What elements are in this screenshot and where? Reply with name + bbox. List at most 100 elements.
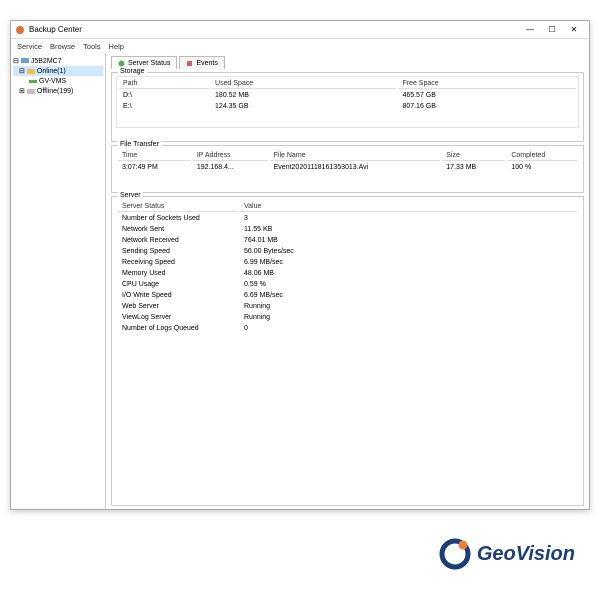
table-row[interactable]: Network Sent11.55 KB [118, 225, 577, 234]
table-row[interactable]: ViewLog ServerRunning [118, 313, 577, 322]
maximize-button[interactable]: ☐ [541, 23, 563, 37]
cell-ip: 192.168.4... [193, 163, 268, 172]
col-path[interactable]: Path [119, 79, 209, 89]
app-window: Backup Center — ☐ ✕ Service Browse Tools… [10, 20, 590, 510]
table-row[interactable]: 3:07:49 PM 192.168.4... Event20201118161… [118, 163, 577, 172]
cell-value: 48.06 MB [240, 269, 577, 278]
table-row[interactable]: Number of Sockets Used3 [118, 214, 577, 223]
table-row[interactable]: Number of Logs Queued0 [118, 324, 577, 333]
table-row[interactable]: Network Received764.01 MB [118, 236, 577, 245]
cell-key: Network Received [118, 236, 238, 245]
folder-offline-icon [27, 87, 35, 95]
cell-value: 6.99 MB/sec [240, 258, 577, 267]
storage-group: Storage Path Used Space Free Space D:\ 1… [111, 72, 584, 142]
cell-value: Running [240, 302, 577, 311]
tree-gvvms[interactable]: GV-VMS [13, 76, 103, 86]
brand-text: GeoVision [477, 543, 575, 566]
tree-root-label: J5B2MC7 [31, 58, 62, 65]
col-file[interactable]: File Name [270, 151, 441, 161]
computer-icon [21, 57, 29, 65]
col-status[interactable]: Server Status [118, 202, 238, 212]
tree-root[interactable]: ⊟ J5B2MC7 [13, 56, 103, 66]
status-icon [118, 60, 125, 67]
tab-server-status-label: Server Status [128, 60, 170, 67]
cell-value: 6.69 MB/sec [240, 291, 577, 300]
events-icon [186, 60, 193, 67]
expand-icon[interactable]: ⊟ [19, 67, 25, 75]
title-bar[interactable]: Backup Center — ☐ ✕ [11, 21, 589, 39]
table-row[interactable]: Web ServerRunning [118, 302, 577, 311]
cell-free: 807.16 GB [398, 102, 576, 111]
tab-events[interactable]: Events [179, 56, 224, 69]
cell-key: Number of Sockets Used [118, 214, 238, 223]
storage-title: Storage [118, 68, 147, 75]
tree-offline-label: Offline(199) [37, 88, 73, 95]
col-completed[interactable]: Completed [507, 151, 577, 161]
tab-events-label: Events [196, 60, 217, 67]
col-ip[interactable]: IP Address [193, 151, 268, 161]
col-free[interactable]: Free Space [398, 79, 576, 89]
cell-size: 17.33 MB [442, 163, 505, 172]
table-row[interactable]: D:\ 180.52 MB 465.57 GB [119, 91, 576, 100]
brand-logo: GeoVision [439, 538, 575, 570]
cell-value: 0 [240, 324, 577, 333]
menu-service[interactable]: Service [17, 42, 42, 51]
app-icon [15, 25, 25, 35]
cell-path: E:\ [119, 102, 209, 111]
cell-key: Web Server [118, 302, 238, 311]
tree-online-label: Online(1) [37, 68, 66, 75]
cell-key: ViewLog Server [118, 313, 238, 322]
table-row[interactable]: Memory Used48.06 MB [118, 269, 577, 278]
close-button[interactable]: ✕ [563, 23, 585, 37]
cell-key: CPU Usage [118, 280, 238, 289]
cell-file: Event20201118161353013.Avi [270, 163, 441, 172]
server-header-row: Server Status Value [118, 202, 577, 212]
cell-value: 0.59 % [240, 280, 577, 289]
cell-value: 764.01 MB [240, 236, 577, 245]
cell-key: Network Sent [118, 225, 238, 234]
table-row[interactable]: Sending Speed56.00 Bytes/sec [118, 247, 577, 256]
window-title: Backup Center [29, 25, 82, 34]
col-size[interactable]: Size [442, 151, 505, 161]
table-row[interactable]: CPU Usage0.59 % [118, 280, 577, 289]
minimize-button[interactable]: — [519, 23, 541, 37]
main-panel: Server Status Events Storage Path Used S… [106, 53, 589, 509]
tab-bar: Server Status Events [111, 56, 584, 69]
storage-table: Path Used Space Free Space D:\ 180.52 MB… [117, 77, 578, 113]
col-value[interactable]: Value [240, 202, 577, 212]
menu-help[interactable]: Help [109, 42, 124, 51]
tree-offline[interactable]: ⊞ Offline(199) [13, 86, 103, 96]
cell-key: Receiving Speed [118, 258, 238, 267]
col-used[interactable]: Used Space [211, 79, 396, 89]
folder-online-icon [27, 67, 35, 75]
table-row[interactable]: E:\ 124.35 GB 807.16 GB [119, 102, 576, 111]
tree-online[interactable]: ⊟ Online(1) [13, 66, 103, 76]
cell-used: 180.52 MB [211, 91, 396, 100]
expand-icon[interactable]: ⊞ [19, 87, 25, 95]
server-group: Server Server Status Value Number of Soc… [111, 196, 584, 506]
cell-time: 3:07:49 PM [118, 163, 191, 172]
expand-icon[interactable]: ⊟ [13, 57, 19, 65]
menu-tools[interactable]: Tools [83, 42, 101, 51]
ft-title: File Transfer [118, 141, 161, 148]
file-transfer-group: File Transfer Time IP Address File Name … [111, 145, 584, 193]
server-icon [29, 77, 37, 85]
menu-bar: Service Browse Tools Help [11, 39, 589, 53]
content-area: ⊟ J5B2MC7 ⊟ Online(1) GV-VMS ⊞ Offline(1… [11, 53, 589, 509]
table-row[interactable]: Receiving Speed6.99 MB/sec [118, 258, 577, 267]
storage-header-row: Path Used Space Free Space [119, 79, 576, 89]
cell-used: 124.35 GB [211, 102, 396, 111]
cell-key: I/O Write Speed [118, 291, 238, 300]
cell-value: 11.55 KB [240, 225, 577, 234]
cell-value: Running [240, 313, 577, 322]
menu-browse[interactable]: Browse [50, 42, 75, 51]
col-time[interactable]: Time [118, 151, 191, 161]
cell-completed: 100 % [507, 163, 577, 172]
server-title: Server [118, 192, 143, 199]
tree-sidebar: ⊟ J5B2MC7 ⊟ Online(1) GV-VMS ⊞ Offline(1… [11, 53, 106, 509]
cell-key: Number of Logs Queued [118, 324, 238, 333]
table-row[interactable]: I/O Write Speed6.69 MB/sec [118, 291, 577, 300]
cell-free: 465.57 GB [398, 91, 576, 100]
geovision-icon [439, 538, 471, 570]
cell-path: D:\ [119, 91, 209, 100]
